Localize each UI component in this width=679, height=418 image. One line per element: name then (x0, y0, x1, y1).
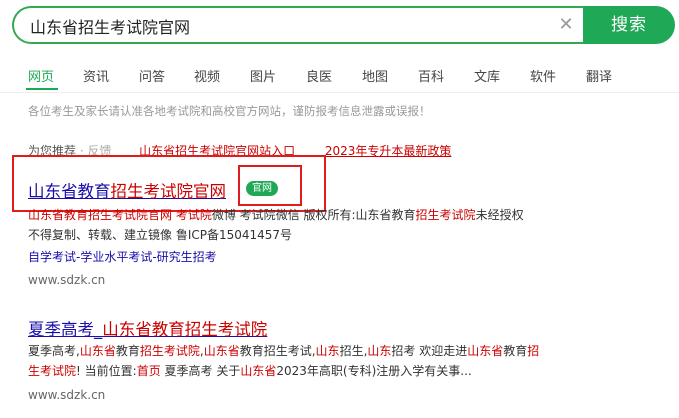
result-1-sitelinks[interactable]: 自学考试-学业水平考试-研究生招考 (28, 248, 217, 265)
tab-web[interactable]: 网页 (26, 66, 58, 90)
result-2-snippet-line-1: 夏季高考,山东省教育招生考试院,山东省教育招生考试,山东招生,山东招考 欢迎走进… (28, 344, 540, 358)
result-1-url: www.sdzk.cn (28, 273, 106, 287)
tab-health[interactable]: 良医 (306, 66, 332, 85)
result-2-url: www.sdzk.cn (28, 388, 106, 402)
annotation-box-badge (238, 165, 302, 206)
tab-images[interactable]: 图片 (250, 66, 276, 85)
result-1-snippet-line-1: 山东省教育招生考试院官网 考试院微博 考试院微信 版权所有:山东省教育招生考试院… (28, 208, 524, 222)
tab-video[interactable]: 视频 (194, 66, 220, 85)
recommend-link-policy[interactable]: 2023年专升本最新政策 (325, 144, 452, 158)
tab-qa[interactable]: 问答 (139, 66, 165, 85)
tab-map[interactable]: 地图 (362, 66, 388, 85)
result-2-snippet-line-2: 生考试院! 当前位置:首页 夏季高考 关于山东省2023年高职(专科)注册入学有… (28, 364, 472, 378)
active-tab-underline (26, 88, 58, 90)
tab-software[interactable]: 软件 (530, 66, 556, 85)
clear-icon[interactable]: ✕ (554, 13, 578, 37)
search-input[interactable] (28, 8, 552, 44)
search-bar: ✕ (12, 6, 586, 44)
result-2-title[interactable]: 夏季高考_山东省教育招生考试院 (28, 316, 267, 340)
tab-translate[interactable]: 翻译 (586, 66, 612, 85)
tab-wenku[interactable]: 文库 (474, 66, 500, 85)
tab-news[interactable]: 资讯 (83, 66, 109, 85)
search-button[interactable]: 搜索 (583, 6, 675, 44)
result-1-snippet-line-2: 不得复制、转载、建立镜像 鲁ICP备15041457号 (28, 228, 293, 242)
tab-baike[interactable]: 百科 (418, 66, 444, 85)
tabs-divider (0, 92, 679, 93)
official-site-notice: 各位考生及家长请认准各地考试院和高校官方网站，谨防报考信息泄露或误报！ (28, 104, 431, 118)
